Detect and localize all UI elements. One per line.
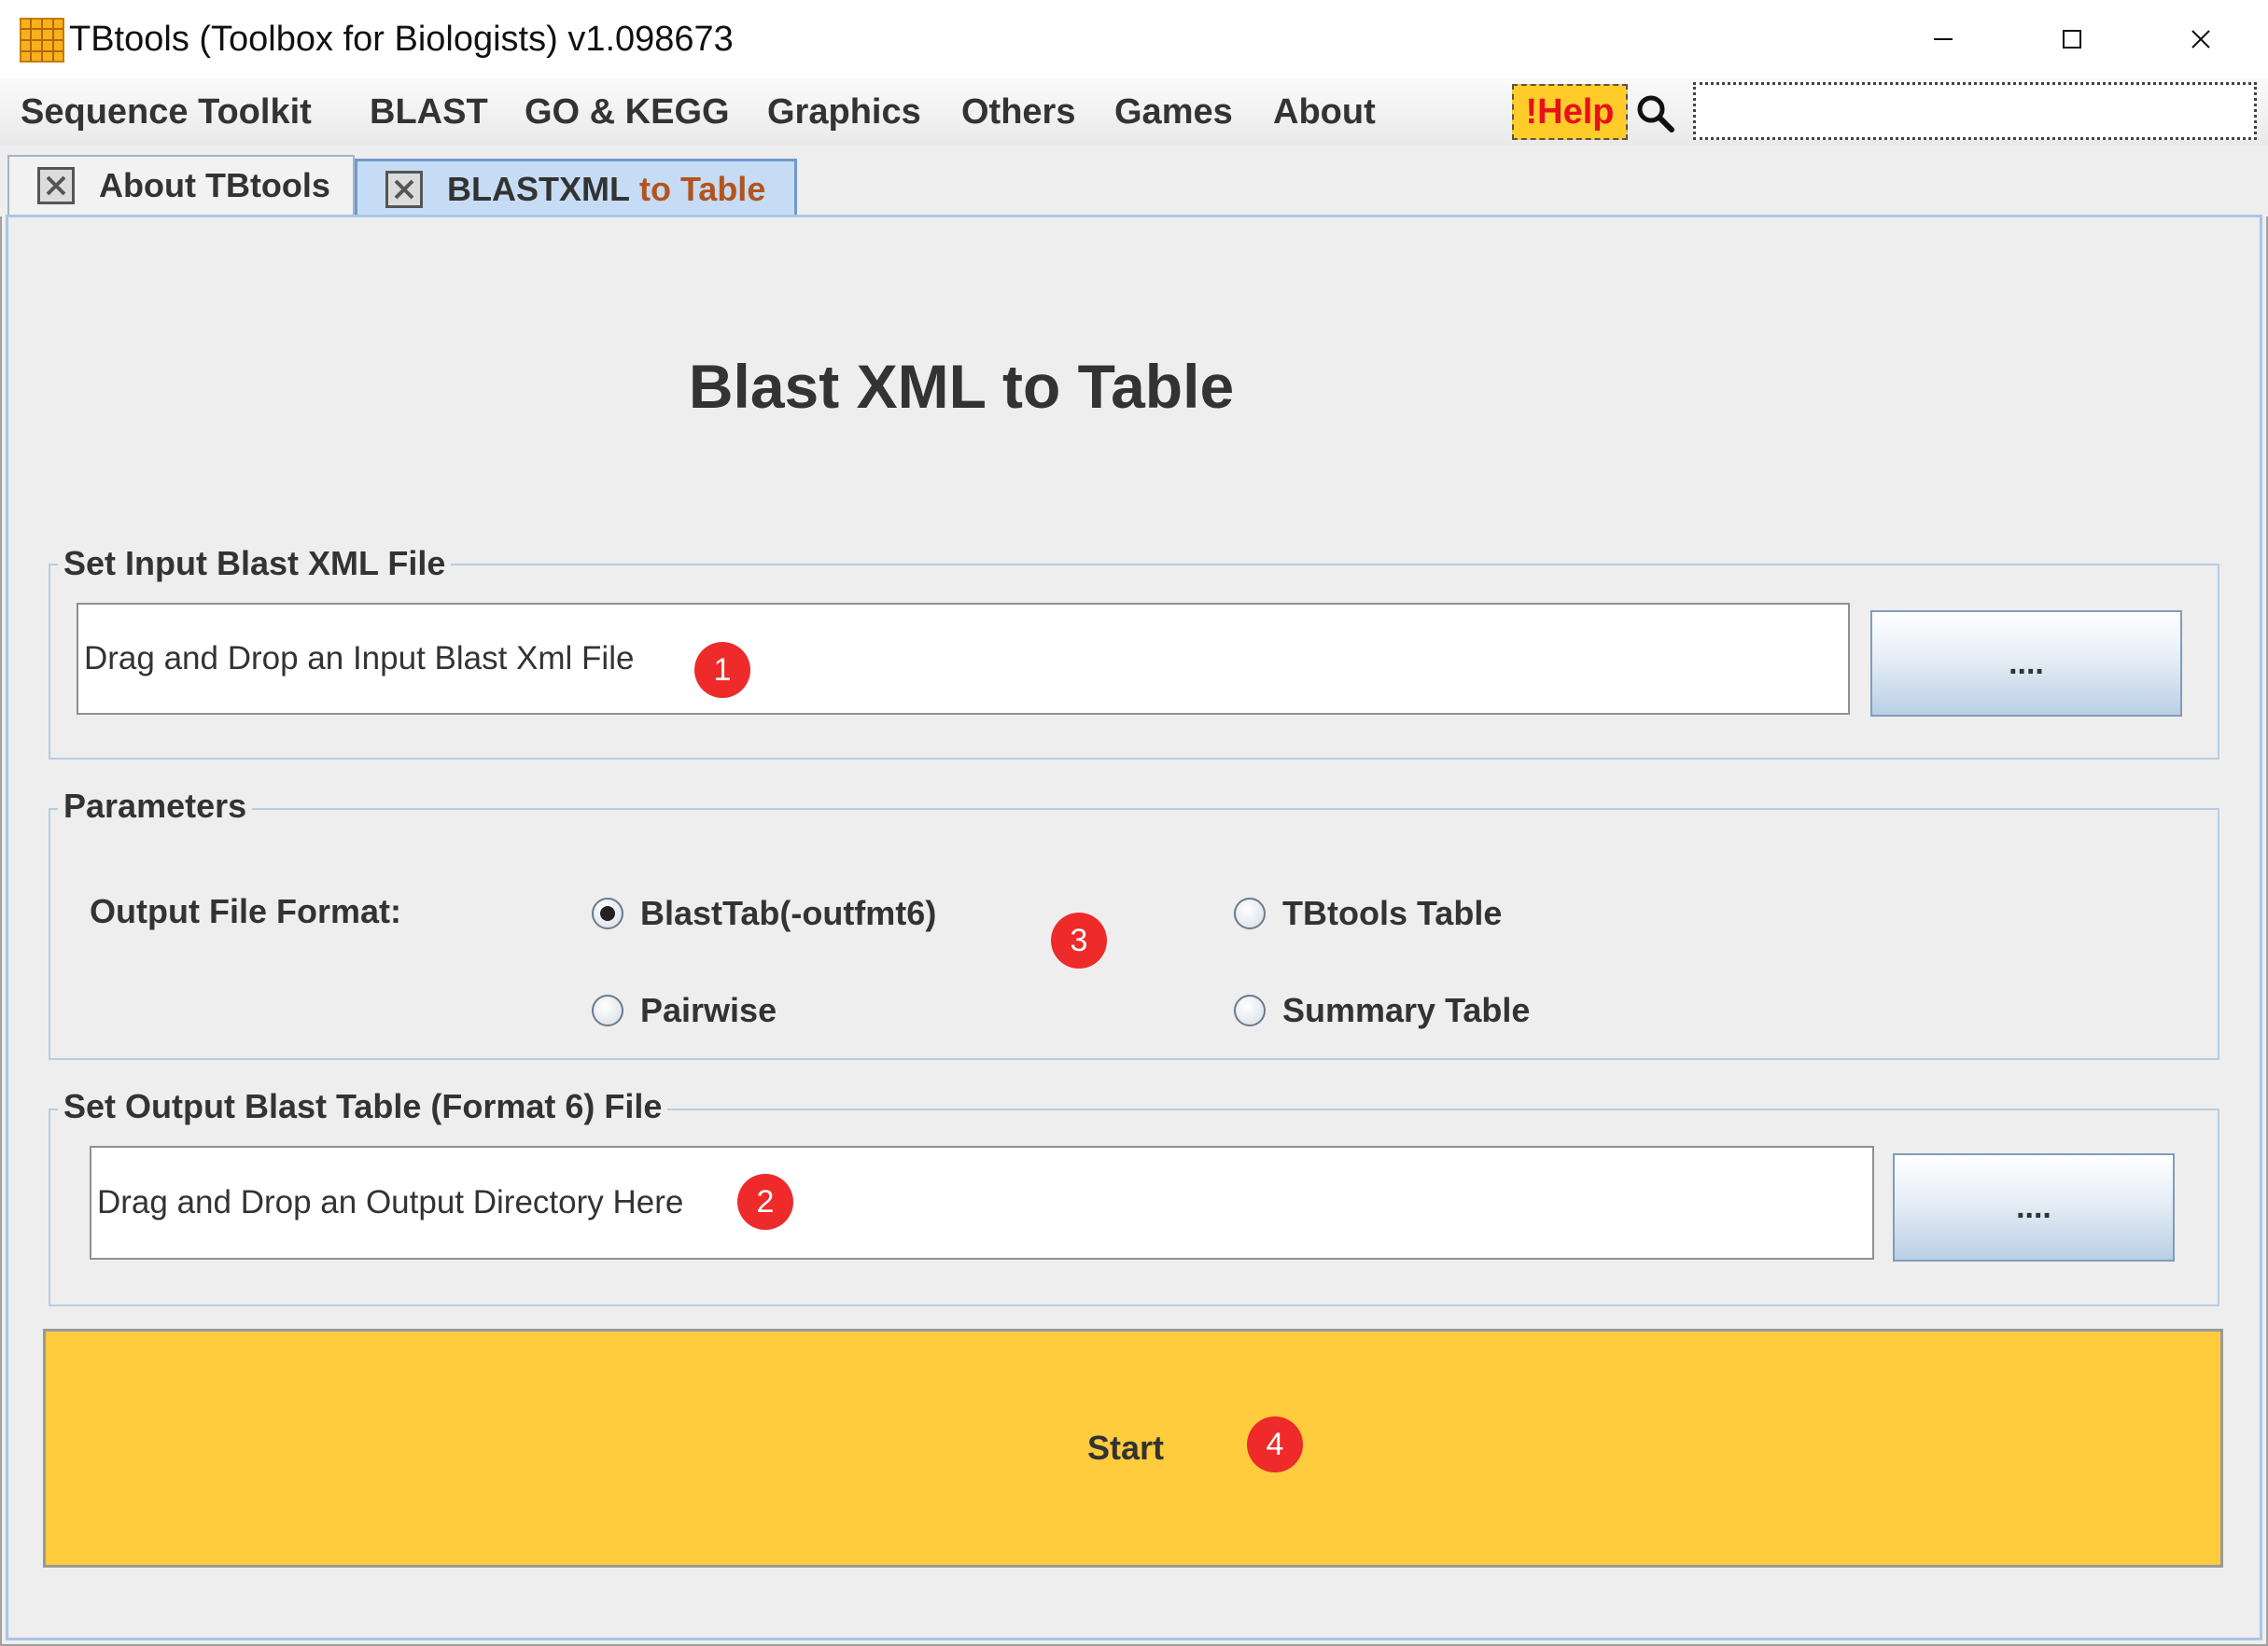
search-input[interactable] <box>1693 82 2257 140</box>
window-title: TBtools (Toolbox for Biologists) v1.0986… <box>69 20 734 59</box>
radio-unchecked-icon[interactable] <box>1234 995 1266 1026</box>
radio-blasttab[interactable]: BlastTab(-outfmt6) <box>592 894 936 933</box>
radio-label: BlastTab(-outfmt6) <box>640 894 937 932</box>
tab-label-part2: to Table <box>639 169 766 208</box>
output-browse-button[interactable]: .... <box>1893 1153 2175 1262</box>
radio-pairwise[interactable]: Pairwise <box>592 991 777 1030</box>
tab-label-part1: BLASTXML <box>447 169 630 208</box>
radio-summary-table[interactable]: Summary Table <box>1234 991 1530 1030</box>
input-browse-button[interactable]: .... <box>1870 610 2182 717</box>
tab-blastxml-to-table[interactable]: BLASTXML to Table <box>355 159 797 216</box>
menu-go-kegg[interactable]: GO & KEGG <box>525 90 730 134</box>
parameters-group-title: Parameters <box>58 786 253 827</box>
close-x-icon[interactable] <box>385 170 423 208</box>
menu-graphics[interactable]: Graphics <box>767 90 921 134</box>
menu-blast[interactable]: BLAST <box>370 90 488 134</box>
output-directory-field[interactable]: Drag and Drop an Output Directory Here <box>90 1146 1874 1260</box>
menu-others[interactable]: Others <box>961 90 1075 134</box>
search-icon[interactable] <box>1635 93 1674 133</box>
annotation-badge-2: 2 <box>737 1174 793 1230</box>
annotation-badge-3: 3 <box>1051 913 1107 969</box>
annotation-badge-1: 1 <box>694 642 750 698</box>
parameters-group <box>49 808 2219 1060</box>
close-window-button[interactable] <box>2171 15 2231 63</box>
annotation-badge-4: 4 <box>1247 1416 1303 1472</box>
radio-unchecked-icon[interactable] <box>592 995 623 1026</box>
radio-label: TBtools Table <box>1282 894 1503 932</box>
menu-games[interactable]: Games <box>1114 90 1233 134</box>
help-button[interactable]: !Help <box>1512 84 1628 140</box>
menu-about[interactable]: About <box>1273 90 1376 134</box>
radio-checked-icon[interactable] <box>592 898 623 929</box>
maximize-button[interactable] <box>2042 15 2102 63</box>
start-button-label: Start <box>1086 1429 1165 1467</box>
output-format-label: Output File Format: <box>90 892 401 930</box>
input-group-title: Set Input Blast XML File <box>58 543 452 584</box>
radio-unchecked-icon[interactable] <box>1234 898 1266 929</box>
close-icon <box>2191 30 2210 49</box>
tbtools-logo-icon <box>20 18 64 63</box>
minimize-icon <box>1934 38 1953 40</box>
radio-label: Pairwise <box>640 991 777 1029</box>
input-file-field[interactable]: Drag and Drop an Input Blast Xml File <box>77 603 1850 715</box>
close-x-icon[interactable] <box>37 167 75 204</box>
page-title: Blast XML to Table <box>688 352 1235 421</box>
tab-label: About TBtools <box>99 166 330 204</box>
menu-sequence-toolkit[interactable]: Sequence Toolkit <box>21 90 312 134</box>
start-button[interactable]: Start <box>43 1329 2223 1568</box>
minimize-button[interactable] <box>1913 15 1973 63</box>
output-group-title: Set Output Blast Table (Format 6) File <box>58 1086 668 1127</box>
maximize-icon <box>2063 30 2081 49</box>
tab-about-tbtools[interactable]: About TBtools <box>7 155 355 215</box>
radio-label: Summary Table <box>1282 991 1531 1029</box>
radio-tbtools-table[interactable]: TBtools Table <box>1234 894 1502 933</box>
